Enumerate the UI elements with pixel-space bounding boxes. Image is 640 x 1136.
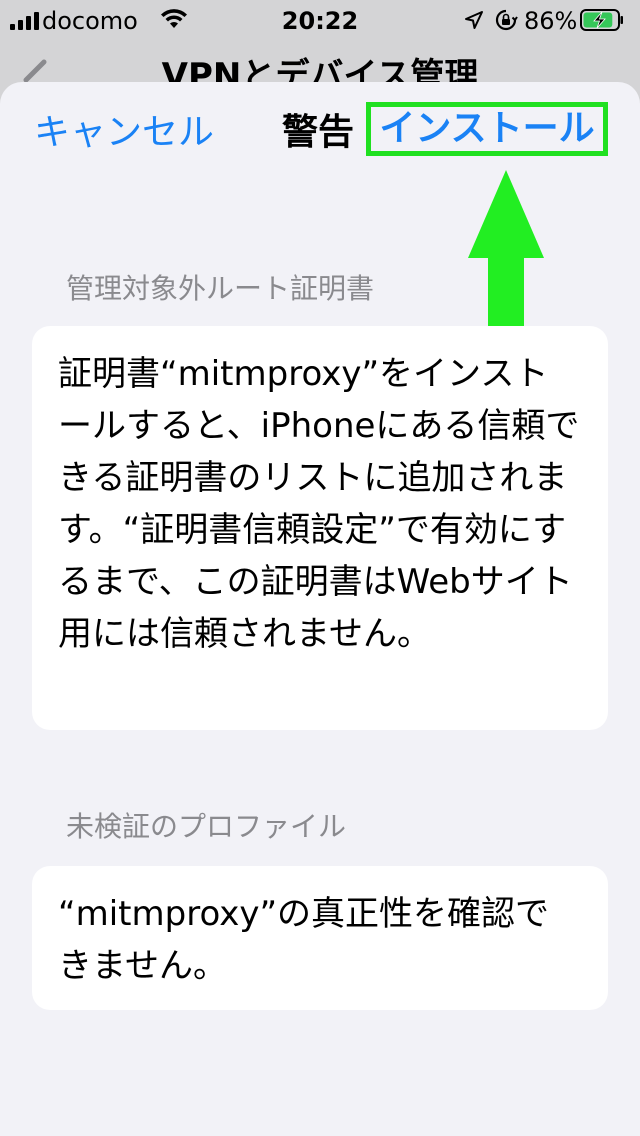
annotation-arrow-icon [468,170,544,344]
rotation-lock-icon [495,9,518,31]
section-header-unverified-profile: 未検証のプロファイル [66,810,347,843]
screen: docomo 20:22 86% VPNとデバイス管理 キャンセル 警告 インス… [0,0,640,1136]
root-cert-warning-card: 証明書“mitmproxy”をインストールすると、iPhoneにある信頼できる証… [32,326,608,730]
battery-charging-icon [580,9,623,31]
sheet-title: 警告 [282,112,355,153]
location-arrow-icon [465,11,483,29]
install-button[interactable]: インストール [366,102,608,156]
unverified-profile-text: “mitmproxy”の真正性を確認できません。 [58,894,550,986]
install-profile-sheet: キャンセル 警告 インストール 管理対象外ルート証明書 証明書“mitmprox… [0,82,640,1136]
unverified-profile-card: “mitmproxy”の真正性を確認できません。 [32,866,608,1010]
battery-percent: 86% [524,7,578,35]
status-bar: docomo 20:22 86% [0,0,640,42]
section-header-root-cert: 管理対象外ルート証明書 [66,272,375,305]
cancel-button[interactable]: キャンセル [34,110,214,156]
root-cert-warning-text: 証明書“mitmproxy”をインストールすると、iPhoneにある信頼できる証… [58,354,580,654]
